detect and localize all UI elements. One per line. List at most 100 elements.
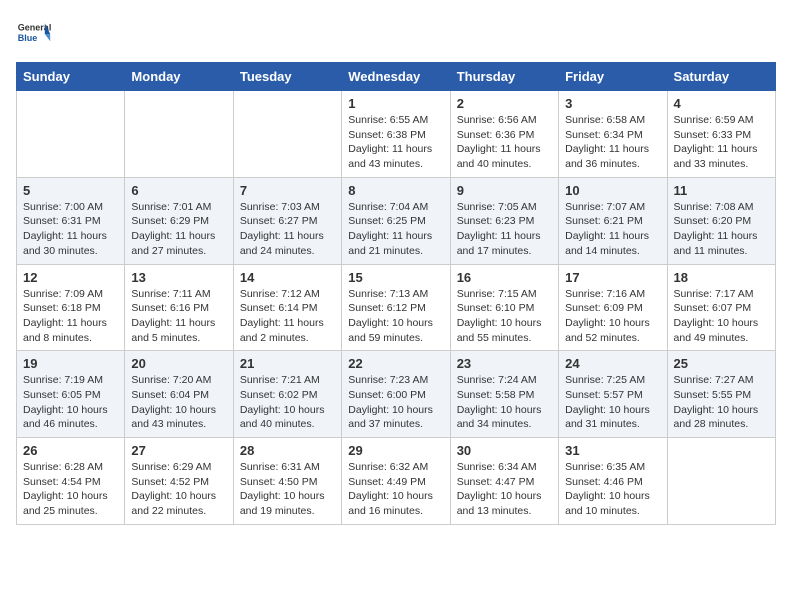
day-number: 9 bbox=[457, 183, 552, 198]
day-number: 17 bbox=[565, 270, 660, 285]
day-number: 25 bbox=[674, 356, 769, 371]
day-info: Sunrise: 6:34 AMSunset: 4:47 PMDaylight:… bbox=[457, 460, 552, 519]
calendar-cell: 15 Sunrise: 7:13 AMSunset: 6:12 PMDayligh… bbox=[342, 264, 450, 351]
day-number: 31 bbox=[565, 443, 660, 458]
day-info: Sunrise: 6:35 AMSunset: 4:46 PMDaylight:… bbox=[565, 460, 660, 519]
day-info: Sunrise: 7:13 AMSunset: 6:12 PMDaylight:… bbox=[348, 287, 443, 346]
day-number: 27 bbox=[131, 443, 226, 458]
calendar-cell: 27Sunrise: 6:29 AMSunset: 4:52 PMDayligh… bbox=[125, 438, 233, 525]
calendar-cell: 11 Sunrise: 7:08 AMSunset: 6:20 PMDayligh… bbox=[667, 177, 775, 264]
calendar-week-row: 1Sunrise: 6:55 AMSunset: 6:38 PMDaylight… bbox=[17, 91, 776, 178]
day-info: Sunrise: 7:27 AMSunset: 5:55 PMDaylight:… bbox=[674, 373, 769, 432]
day-info: Sunrise: 7:07 AMSunset: 6:21 PMDaylight:… bbox=[565, 200, 660, 259]
day-info: Sunrise: 6:56 AMSunset: 6:36 PMDaylight:… bbox=[457, 113, 552, 172]
calendar-cell: 6 Sunrise: 7:01 AMSunset: 6:29 PMDaylight… bbox=[125, 177, 233, 264]
calendar-cell bbox=[667, 438, 775, 525]
weekday-header-friday: Friday bbox=[559, 63, 667, 91]
day-number: 24 bbox=[565, 356, 660, 371]
day-number: 18 bbox=[674, 270, 769, 285]
day-info: Sunrise: 6:32 AMSunset: 4:49 PMDaylight:… bbox=[348, 460, 443, 519]
logo: General Blue bbox=[16, 16, 52, 52]
day-number: 3 bbox=[565, 96, 660, 111]
day-number: 11 bbox=[674, 183, 769, 198]
calendar-week-row: 5 Sunrise: 7:00 AMSunset: 6:31 PMDaylight… bbox=[17, 177, 776, 264]
calendar-cell: 13 Sunrise: 7:11 AMSunset: 6:16 PMDayligh… bbox=[125, 264, 233, 351]
day-number: 29 bbox=[348, 443, 443, 458]
calendar-cell: 14Sunrise: 7:12 AMSunset: 6:14 PMDayligh… bbox=[233, 264, 341, 351]
calendar-cell: 3 Sunrise: 6:58 AMSunset: 6:34 PMDaylight… bbox=[559, 91, 667, 178]
day-number: 30 bbox=[457, 443, 552, 458]
day-number: 16 bbox=[457, 270, 552, 285]
calendar-header-row: SundayMondayTuesdayWednesdayThursdayFrid… bbox=[17, 63, 776, 91]
calendar-cell: 10 Sunrise: 7:07 AMSunset: 6:21 PMDayligh… bbox=[559, 177, 667, 264]
day-info: Sunrise: 7:17 AMSunset: 6:07 PMDaylight:… bbox=[674, 287, 769, 346]
weekday-header-monday: Monday bbox=[125, 63, 233, 91]
calendar-cell: 26Sunrise: 6:28 AMSunset: 4:54 PMDayligh… bbox=[17, 438, 125, 525]
page-header: General Blue bbox=[16, 16, 776, 52]
calendar-cell: 16 Sunrise: 7:15 AMSunset: 6:10 PMDayligh… bbox=[450, 264, 558, 351]
calendar-cell: 28 Sunrise: 6:31 AMSunset: 4:50 PMDayligh… bbox=[233, 438, 341, 525]
day-info: Sunrise: 6:31 AMSunset: 4:50 PMDaylight:… bbox=[240, 460, 335, 519]
day-number: 7 bbox=[240, 183, 335, 198]
calendar-cell: 9 Sunrise: 7:05 AMSunset: 6:23 PMDaylight… bbox=[450, 177, 558, 264]
day-info: Sunrise: 7:20 AMSunset: 6:04 PMDaylight:… bbox=[131, 373, 226, 432]
day-info: Sunrise: 7:05 AMSunset: 6:23 PMDaylight:… bbox=[457, 200, 552, 259]
day-number: 5 bbox=[23, 183, 118, 198]
day-info: Sunrise: 7:11 AMSunset: 6:16 PMDaylight:… bbox=[131, 287, 226, 346]
day-number: 15 bbox=[348, 270, 443, 285]
weekday-header-sunday: Sunday bbox=[17, 63, 125, 91]
day-info: Sunrise: 6:59 AMSunset: 6:33 PMDaylight:… bbox=[674, 113, 769, 172]
day-info: Sunrise: 6:55 AMSunset: 6:38 PMDaylight:… bbox=[348, 113, 443, 172]
day-info: Sunrise: 7:00 AMSunset: 6:31 PMDaylight:… bbox=[23, 200, 118, 259]
calendar-week-row: 12 Sunrise: 7:09 AMSunset: 6:18 PMDayligh… bbox=[17, 264, 776, 351]
calendar-week-row: 19Sunrise: 7:19 AMSunset: 6:05 PMDayligh… bbox=[17, 351, 776, 438]
day-number: 6 bbox=[131, 183, 226, 198]
calendar-cell: 22Sunrise: 7:23 AMSunset: 6:00 PMDayligh… bbox=[342, 351, 450, 438]
calendar-cell: 12 Sunrise: 7:09 AMSunset: 6:18 PMDayligh… bbox=[17, 264, 125, 351]
calendar-cell: 23 Sunrise: 7:24 AMSunset: 5:58 PMDayligh… bbox=[450, 351, 558, 438]
calendar-cell: 17 Sunrise: 7:16 AMSunset: 6:09 PMDayligh… bbox=[559, 264, 667, 351]
calendar-cell: 1Sunrise: 6:55 AMSunset: 6:38 PMDaylight… bbox=[342, 91, 450, 178]
day-info: Sunrise: 7:24 AMSunset: 5:58 PMDaylight:… bbox=[457, 373, 552, 432]
weekday-header-wednesday: Wednesday bbox=[342, 63, 450, 91]
calendar-cell: 31 Sunrise: 6:35 AMSunset: 4:46 PMDayligh… bbox=[559, 438, 667, 525]
calendar-cell: 30 Sunrise: 6:34 AMSunset: 4:47 PMDayligh… bbox=[450, 438, 558, 525]
day-number: 21 bbox=[240, 356, 335, 371]
day-number: 28 bbox=[240, 443, 335, 458]
day-info: Sunrise: 7:09 AMSunset: 6:18 PMDaylight:… bbox=[23, 287, 118, 346]
calendar-cell: 19Sunrise: 7:19 AMSunset: 6:05 PMDayligh… bbox=[17, 351, 125, 438]
logo-icon: General Blue bbox=[16, 16, 52, 52]
day-number: 8 bbox=[348, 183, 443, 198]
day-number: 23 bbox=[457, 356, 552, 371]
day-info: Sunrise: 7:19 AMSunset: 6:05 PMDaylight:… bbox=[23, 373, 118, 432]
calendar-table: SundayMondayTuesdayWednesdayThursdayFrid… bbox=[16, 62, 776, 525]
calendar-cell: 7Sunrise: 7:03 AMSunset: 6:27 PMDaylight… bbox=[233, 177, 341, 264]
calendar-cell bbox=[17, 91, 125, 178]
day-info: Sunrise: 7:01 AMSunset: 6:29 PMDaylight:… bbox=[131, 200, 226, 259]
calendar-cell: 18 Sunrise: 7:17 AMSunset: 6:07 PMDayligh… bbox=[667, 264, 775, 351]
calendar-cell: 2Sunrise: 6:56 AMSunset: 6:36 PMDaylight… bbox=[450, 91, 558, 178]
weekday-header-thursday: Thursday bbox=[450, 63, 558, 91]
svg-text:Blue: Blue bbox=[18, 33, 38, 43]
calendar-cell: 25 Sunrise: 7:27 AMSunset: 5:55 PMDayligh… bbox=[667, 351, 775, 438]
day-number: 12 bbox=[23, 270, 118, 285]
calendar-cell bbox=[233, 91, 341, 178]
day-number: 10 bbox=[565, 183, 660, 198]
weekday-header-saturday: Saturday bbox=[667, 63, 775, 91]
calendar-cell: 4Sunrise: 6:59 AMSunset: 6:33 PMDaylight… bbox=[667, 91, 775, 178]
day-info: Sunrise: 7:08 AMSunset: 6:20 PMDaylight:… bbox=[674, 200, 769, 259]
calendar-cell: 5 Sunrise: 7:00 AMSunset: 6:31 PMDaylight… bbox=[17, 177, 125, 264]
day-info: Sunrise: 7:15 AMSunset: 6:10 PMDaylight:… bbox=[457, 287, 552, 346]
day-number: 20 bbox=[131, 356, 226, 371]
day-info: Sunrise: 7:16 AMSunset: 6:09 PMDaylight:… bbox=[565, 287, 660, 346]
calendar-cell: 8 Sunrise: 7:04 AMSunset: 6:25 PMDaylight… bbox=[342, 177, 450, 264]
day-info: Sunrise: 6:58 AMSunset: 6:34 PMDaylight:… bbox=[565, 113, 660, 172]
calendar-cell: 20 Sunrise: 7:20 AMSunset: 6:04 PMDayligh… bbox=[125, 351, 233, 438]
day-info: Sunrise: 7:12 AMSunset: 6:14 PMDaylight:… bbox=[240, 287, 335, 346]
day-info: Sunrise: 7:04 AMSunset: 6:25 PMDaylight:… bbox=[348, 200, 443, 259]
day-number: 13 bbox=[131, 270, 226, 285]
day-info: Sunrise: 7:23 AMSunset: 6:00 PMDaylight:… bbox=[348, 373, 443, 432]
weekday-header-tuesday: Tuesday bbox=[233, 63, 341, 91]
calendar-cell: 21Sunrise: 7:21 AMSunset: 6:02 PMDayligh… bbox=[233, 351, 341, 438]
calendar-week-row: 26Sunrise: 6:28 AMSunset: 4:54 PMDayligh… bbox=[17, 438, 776, 525]
